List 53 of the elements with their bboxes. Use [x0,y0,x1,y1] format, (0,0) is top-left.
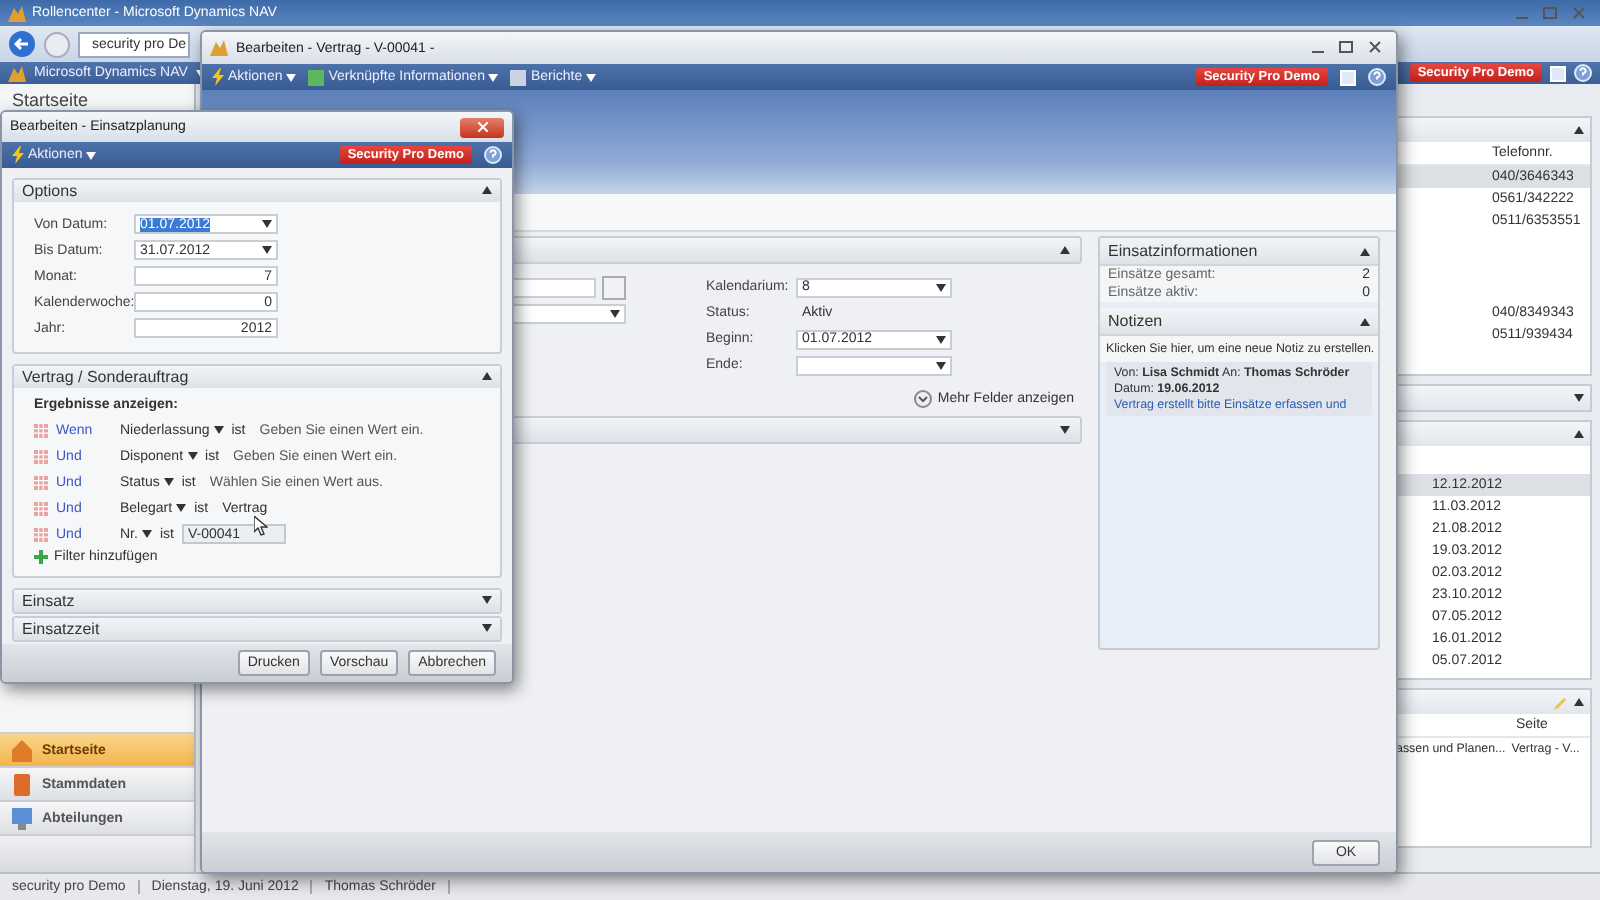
page-icon[interactable] [1550,65,1566,81]
house-icon [12,739,32,761]
caret-icon [86,151,97,160]
collapse-icon[interactable] [1360,317,1370,325]
page-icon[interactable] [1340,69,1356,85]
lightning-icon [12,146,24,165]
section-header[interactable]: Options [14,179,500,202]
app-icon [8,5,26,21]
dropdown-field[interactable] [796,355,952,375]
folder-icon [12,773,32,795]
caret-icon [936,283,946,291]
caret-icon [936,361,946,369]
expand-icon[interactable] [1574,394,1584,402]
section-header[interactable]: Einsatz [14,589,500,612]
expand-icon[interactable] [482,624,492,633]
caret-icon [176,504,187,513]
factbox-title: Notizen [1108,312,1163,330]
caret-icon [262,220,272,229]
caret-icon [187,452,198,461]
collapse-icon[interactable] [1574,698,1584,706]
help-icon[interactable] [484,146,502,165]
expand-icon[interactable] [1060,426,1070,434]
collapse-icon[interactable] [482,372,492,381]
section-header[interactable]: Einsatzzeit [14,617,500,640]
link-icon [308,69,325,85]
close-button[interactable] [460,117,504,138]
caret-icon [586,73,597,81]
expand-circle-icon[interactable] [913,390,932,408]
caret-icon [286,73,297,81]
factbox-title: Einsatzinformationen [1108,242,1258,260]
mouse-pointer-icon [254,516,268,536]
expand-icon[interactable] [482,596,492,605]
app-icon [210,40,228,56]
plus-icon [34,549,48,564]
caret-icon [262,246,272,255]
caret-icon [213,426,224,435]
collapse-icon[interactable] [1574,126,1584,134]
caret-icon [163,478,174,487]
caret-icon [936,335,946,343]
close-icon[interactable] [477,122,487,133]
collapse-icon[interactable] [1360,247,1370,255]
monitor-icon [12,807,32,829]
lightning-icon [212,68,224,86]
collapse-icon[interactable] [1574,430,1584,438]
caret-icon [141,530,152,539]
caret-icon [610,309,620,317]
collapse-icon[interactable] [1060,246,1070,254]
back-icon[interactable] [8,30,36,58]
help-icon[interactable] [1368,68,1386,86]
caret-icon [488,73,499,81]
help-icon[interactable] [1574,64,1592,82]
report-icon [510,69,527,85]
section-header[interactable]: Vertrag / Sonderauftrag [14,365,500,388]
